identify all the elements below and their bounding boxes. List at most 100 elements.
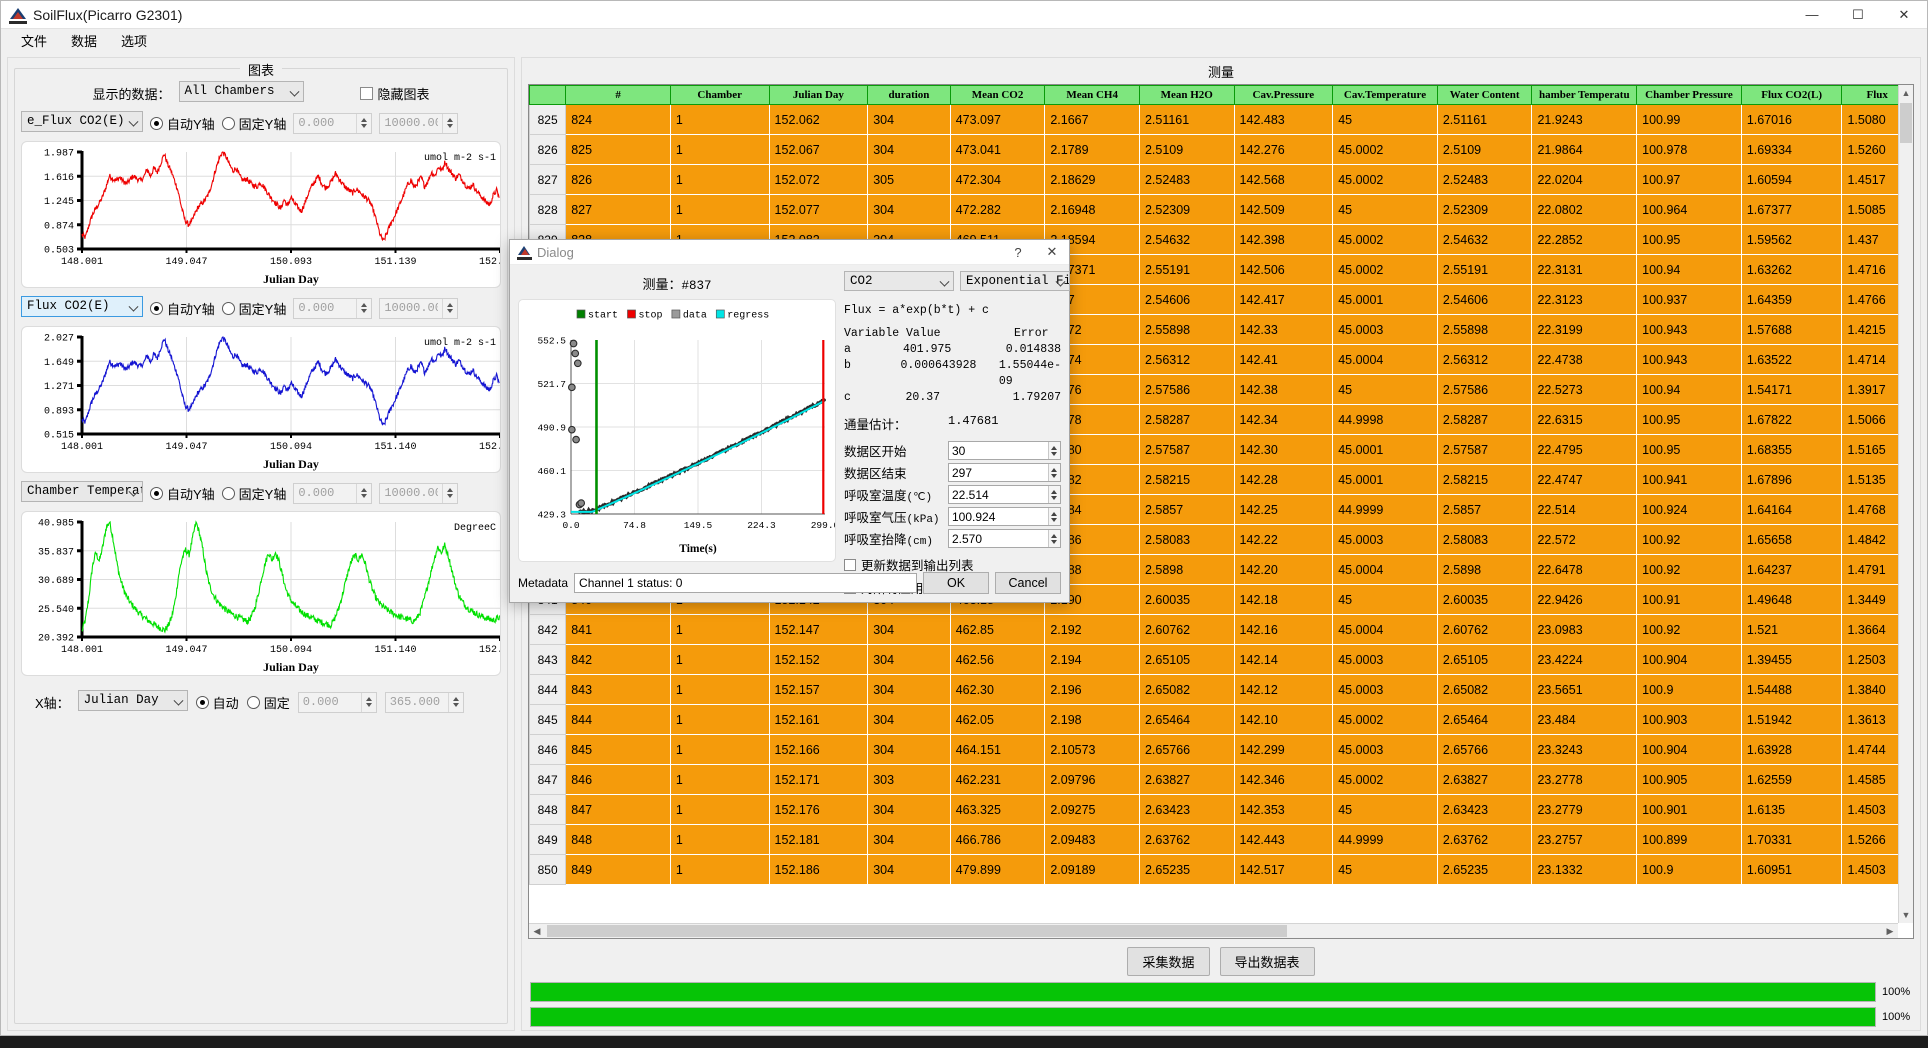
table-cell[interactable]: 2.65082 (1139, 675, 1234, 705)
col-chamber-temperature[interactable]: hamber Temperatu (1532, 86, 1637, 105)
table-cell[interactable]: 827 (566, 195, 671, 225)
table-cell[interactable]: 100.937 (1637, 285, 1742, 315)
table-cell[interactable]: 2.60035 (1139, 585, 1234, 615)
scroll-right-icon[interactable]: ▶ (1882, 924, 1898, 938)
table-cell[interactable]: 304 (868, 825, 951, 855)
table-cell[interactable]: 824 (566, 105, 671, 135)
chart-flux-co2[interactable]: 2.0271.6491.2710.8930.515148.001149.0471… (21, 326, 501, 473)
table-cell[interactable]: 142.34 (1234, 405, 1333, 435)
table-cell[interactable]: 1.521 (1741, 615, 1842, 645)
hide-chart-checkbox[interactable]: 隐藏图表 (360, 84, 430, 103)
table-cell[interactable]: 100.95 (1637, 405, 1742, 435)
col-cav-temperature[interactable]: Cav.Temperature (1333, 86, 1438, 105)
table-cell[interactable]: 100.904 (1637, 735, 1742, 765)
table-cell[interactable]: 2.63423 (1437, 795, 1532, 825)
table-cell[interactable]: 142.16 (1234, 615, 1333, 645)
table-cell[interactable]: 142.41 (1234, 345, 1333, 375)
col-chamber[interactable]: Chamber (670, 86, 769, 105)
table-cell[interactable]: 1.54488 (1741, 675, 1842, 705)
table-cell[interactable]: 45.0001 (1333, 435, 1438, 465)
chart1-series-combo[interactable]: e_Flux CO2(E) (21, 111, 143, 135)
table-cell[interactable]: 1 (670, 735, 769, 765)
table-cell[interactable]: 152.067 (769, 135, 868, 165)
table-cell[interactable]: 1.59562 (1741, 225, 1842, 255)
table-cell[interactable]: 2.55898 (1139, 315, 1234, 345)
menu-data[interactable]: 数据 (61, 29, 107, 52)
table-cell[interactable]: 304 (868, 735, 951, 765)
table-cell[interactable]: 1.64164 (1741, 495, 1842, 525)
table-cell[interactable]: 1 (670, 855, 769, 885)
col-cav-pressure[interactable]: Cav.Pressure (1234, 86, 1333, 105)
table-cell[interactable]: 45 (1333, 585, 1438, 615)
col-duration[interactable]: duration (868, 86, 951, 105)
table-cell[interactable]: 100.905 (1637, 765, 1742, 795)
spinner-arrows[interactable] (1048, 486, 1060, 503)
spinner-arrows[interactable] (442, 299, 457, 318)
row-header[interactable]: 848 (530, 795, 566, 825)
table-cell[interactable]: 1 (670, 705, 769, 735)
spinner-arrows[interactable] (356, 114, 371, 133)
table-cell[interactable]: 142.276 (1234, 135, 1333, 165)
table-cell[interactable]: 100.92 (1637, 615, 1742, 645)
chart2-ymax-spinner[interactable] (379, 298, 458, 319)
displayed-data-combo[interactable]: All Chambers (179, 81, 304, 105)
table-cell[interactable]: 45.0004 (1333, 345, 1438, 375)
table-cell[interactable]: 826 (566, 165, 671, 195)
table-cell[interactable]: 22.4795 (1532, 435, 1637, 465)
table-cell[interactable]: 100.94 (1637, 255, 1742, 285)
table-cell[interactable]: 22.4747 (1532, 465, 1637, 495)
xmin-spinner[interactable] (298, 692, 377, 713)
table-cell[interactable]: 304 (868, 105, 951, 135)
table-cell[interactable]: 2.192 (1045, 615, 1140, 645)
vscroll-thumb[interactable] (1900, 103, 1912, 143)
table-cell[interactable]: 45.0002 (1333, 135, 1438, 165)
table-cell[interactable]: 847 (566, 795, 671, 825)
chart2-ymin-input[interactable] (294, 299, 356, 318)
table-cell[interactable]: 142.443 (1234, 825, 1333, 855)
table-row[interactable]: 8478461152.171303462.2312.097962.6382714… (530, 765, 1913, 795)
table-cell[interactable]: 2.63827 (1139, 765, 1234, 795)
table-cell[interactable]: 1.64359 (1741, 285, 1842, 315)
table-cell[interactable]: 22.0204 (1532, 165, 1637, 195)
close-button[interactable]: ✕ (1881, 1, 1927, 29)
table-cell[interactable]: 2.57587 (1437, 435, 1532, 465)
chart3-ymax-spinner[interactable] (379, 483, 458, 504)
chart1-auto-y-radio[interactable]: 自动Y轴 (150, 114, 215, 133)
table-cell[interactable]: 45.0002 (1333, 255, 1438, 285)
chamber-temp-input[interactable] (949, 486, 1048, 503)
table-cell[interactable]: 152.072 (769, 165, 868, 195)
table-row[interactable]: 8448431152.157304462.302.1962.65082142.1… (530, 675, 1913, 705)
table-cell[interactable]: 100.924 (1637, 495, 1742, 525)
table-cell[interactable]: 152.157 (769, 675, 868, 705)
chart3-auto-y-radio[interactable]: 自动Y轴 (150, 484, 215, 503)
table-cell[interactable]: 2.56312 (1139, 345, 1234, 375)
table-cell[interactable]: 142.568 (1234, 165, 1333, 195)
table-cell[interactable]: 142.25 (1234, 495, 1333, 525)
col-chamber-pressure[interactable]: Chamber Pressure (1637, 86, 1742, 105)
table-cell[interactable]: 100.9 (1637, 675, 1742, 705)
table-cell[interactable]: 45 (1333, 195, 1438, 225)
table-cell[interactable]: 100.91 (1637, 585, 1742, 615)
table-cell[interactable]: 2.51161 (1437, 105, 1532, 135)
table-cell[interactable]: 2.194 (1045, 645, 1140, 675)
table-row[interactable]: 8278261152.072305472.3042.186292.5248314… (530, 165, 1913, 195)
table-cell[interactable]: 1.51942 (1741, 705, 1842, 735)
chart3-ymax-input[interactable] (380, 484, 442, 503)
table-cell[interactable]: 2.54632 (1139, 225, 1234, 255)
table-cell[interactable]: 142.14 (1234, 645, 1333, 675)
table-cell[interactable]: 1.69334 (1741, 135, 1842, 165)
col-julian-day[interactable]: Julian Day (769, 86, 868, 105)
table-cell[interactable]: 2.09796 (1045, 765, 1140, 795)
table-cell[interactable]: 22.6315 (1532, 405, 1637, 435)
table-row[interactable]: 8498481152.181304466.7862.094832.6376214… (530, 825, 1913, 855)
chamber-pressure-input[interactable] (949, 508, 1048, 525)
table-cell[interactable]: 45 (1333, 105, 1438, 135)
scroll-left-icon[interactable]: ◀ (529, 924, 545, 938)
table-cell[interactable]: 304 (868, 135, 951, 165)
table-cell[interactable]: 2.58083 (1139, 525, 1234, 555)
chart3-series-combo[interactable]: Chamber Temperatu (21, 481, 143, 505)
data-start-spinner[interactable] (948, 441, 1061, 460)
table-cell[interactable]: 1.49648 (1741, 585, 1842, 615)
table-cell[interactable]: 100.9 (1637, 855, 1742, 885)
row-header[interactable]: 842 (530, 615, 566, 645)
